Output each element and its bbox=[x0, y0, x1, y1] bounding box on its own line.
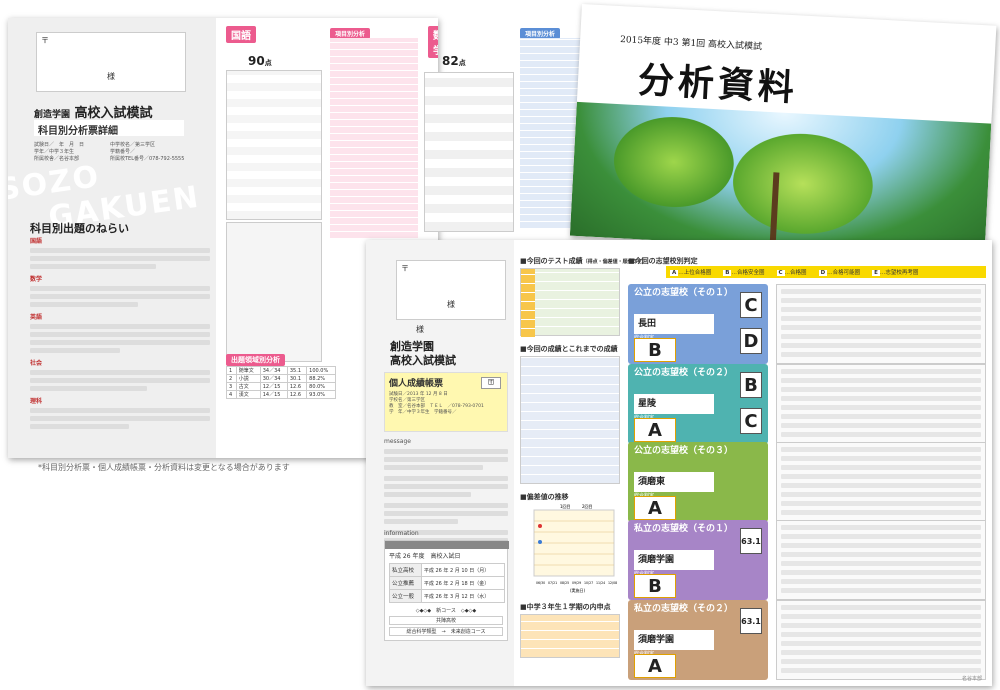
field-analysis-table: 1 随筆文 34／34 35.1 100.0% 2 小説 30／34 30.1 88.2% 3古… bbox=[226, 366, 336, 399]
school-card-3: 公立の志望校（その３）須磨東総合判定A bbox=[628, 442, 768, 522]
trend-legend-2: 2回目 bbox=[582, 504, 593, 509]
grade-letter: 63.1 bbox=[740, 528, 762, 554]
school-card-2: 公立の志望校（その２）星陵総合判定ABC bbox=[628, 364, 768, 444]
address-box: 〒 様 bbox=[36, 32, 186, 92]
school-detail-5 bbox=[776, 600, 986, 680]
grade-letter: D bbox=[740, 328, 762, 354]
japanese-answer-sheet bbox=[226, 70, 322, 220]
table-row: 公立推薦 平成 26 年 2 月 18 日（金） bbox=[389, 576, 506, 590]
school-detail-1 bbox=[776, 284, 986, 364]
japanese-score: 90点 bbox=[248, 54, 272, 68]
postal-mark: 〒 bbox=[401, 264, 409, 273]
caption: *科目別分析票・個人成績帳票・分析資料は変更となる場合があります bbox=[38, 463, 290, 472]
grade-letter: C bbox=[740, 408, 762, 434]
school-name: 須磨学園 bbox=[634, 550, 714, 570]
item-analysis-table-ja bbox=[330, 38, 418, 238]
trend-point bbox=[538, 524, 542, 528]
individual-report: 〒 様 様 創造学園 高校入試模試 個人成績帳票 団 試験日／2013 年 12… bbox=[366, 240, 992, 686]
trend-xtick: 12/08 bbox=[608, 581, 617, 585]
trend-xtick: 08/25 bbox=[560, 581, 569, 585]
table-row: 1 随筆文 34／34 35.1 100.0% bbox=[226, 366, 336, 375]
judgement-legend: A …上位合格圏 B …合格安全圏 C …合格圏 D …合格可能圏 E …志望校再考圏 bbox=[666, 266, 986, 278]
school-card-5: 私立の志望校（その２）須磨学園総合判定A63.1 bbox=[628, 600, 768, 680]
information-label: information bbox=[384, 530, 419, 537]
school-title: 公立の志望校（その３） bbox=[634, 446, 734, 456]
trend-title: ■偏差値の推移 bbox=[520, 493, 569, 501]
table-row: 私立高校 平成 26 年 2 月 10 日（月） bbox=[389, 563, 506, 577]
booklet-title: 分析資料 bbox=[636, 59, 799, 110]
fields-col-2: 中学校名／第三学区 学籍番号／ 所属校TEL番号／078-792-5555 bbox=[110, 142, 185, 162]
grades-table bbox=[520, 614, 620, 658]
trend-point bbox=[538, 540, 542, 544]
math-answer-sheet bbox=[424, 72, 514, 232]
front-footer: 名谷本部 bbox=[961, 676, 982, 682]
section-title: 科目別出題のねらい bbox=[30, 222, 129, 235]
school-detail-2 bbox=[776, 364, 986, 444]
booklet-header: 2015年度 中3 第1回 高校入試模試 bbox=[619, 35, 763, 53]
message-lines bbox=[384, 446, 508, 554]
school-name: 星陵 bbox=[634, 394, 714, 414]
school-name: 須磨学園 bbox=[634, 630, 714, 650]
school-detail-3 bbox=[776, 442, 986, 522]
overall-grade: B bbox=[634, 574, 676, 598]
grade-letter: B bbox=[740, 372, 762, 398]
trend-chart: 06/30 07/21 08/25 09/29 10/27 11/24 12/08 1回目 … bbox=[533, 504, 617, 593]
math-column: 82点 項目別分析 bbox=[420, 24, 590, 234]
report-card: 個人成績帳票 団 試験日／2013 年 12 月 8 日学校名／第三学区教 室／… bbox=[384, 372, 508, 432]
school-detail-4 bbox=[776, 520, 986, 600]
tree-photo bbox=[569, 101, 992, 258]
trend-xtick: 11/24 bbox=[596, 581, 605, 585]
sheet-subtitle: 科目別分析票詳細 bbox=[34, 120, 184, 137]
overall-grade: A bbox=[634, 654, 676, 678]
front-exam-title: 高校入試模試 bbox=[390, 354, 456, 367]
table-row: 4 漢文 14／15 12.6 93.0% bbox=[226, 390, 336, 399]
trend-xtick: 06/30 bbox=[536, 581, 545, 585]
stamp-box: 団 bbox=[481, 377, 501, 389]
message-label: message bbox=[384, 438, 411, 445]
front-address-box: 〒 様 bbox=[396, 260, 506, 320]
recipient-label-2: 様 bbox=[416, 325, 424, 334]
recipient-label: 様 bbox=[107, 72, 115, 81]
table-row: 公立一般 平成 26 年 3 月 12 日（水） bbox=[389, 589, 506, 603]
school-name: 須磨東 bbox=[634, 472, 714, 492]
table-row: 3 古文 12／15 12.6 80.0% bbox=[226, 382, 336, 391]
overall-grade: A bbox=[634, 496, 676, 520]
postal-mark: 〒 bbox=[41, 36, 49, 45]
judgement-title: ■今回の志望校別判定 bbox=[628, 257, 698, 265]
overall-grade: A bbox=[634, 418, 676, 442]
information-box: 平成 26 年度 高校入試日 私立高校 平成 26 年 2 月 10 日（月） 公… bbox=[384, 540, 509, 641]
recipient-label: 様 bbox=[447, 300, 455, 309]
japanese-answer-sheet-2 bbox=[226, 222, 322, 362]
subject-notes: 国語 数学 英語 社会 理科 bbox=[30, 236, 210, 432]
grade-letter: 63.1 bbox=[740, 608, 762, 634]
analysis-booklet: 2015年度 中3 第1回 高校入試模試 分析資料 bbox=[569, 4, 997, 258]
table-row: 2 小説 30／34 30.1 88.2% bbox=[226, 374, 336, 383]
grades-title: ■中学３年生１学期の内申点 bbox=[520, 603, 611, 611]
math-score: 82点 bbox=[442, 54, 466, 68]
history-title: ■今回の成績とこれまでの成績 bbox=[520, 345, 618, 353]
japanese-label: 国語 bbox=[226, 26, 256, 43]
field-analysis-header: 出題領域別分析 bbox=[226, 354, 285, 366]
history-table bbox=[520, 356, 620, 484]
overall-grade: B bbox=[634, 338, 676, 362]
school-name: 長田 bbox=[634, 314, 714, 334]
fields-col-1: 試験日／ 年 月 日学年／中学３年生 所属校舎／名谷本部 bbox=[34, 142, 85, 162]
brand-title: 創造学園 高校入試模試 bbox=[34, 106, 153, 121]
grade-letter: C bbox=[740, 292, 762, 318]
trend-xtick: 07/21 bbox=[548, 581, 557, 585]
schedule-table: 私立高校 平成 26 年 2 月 10 日（月） 公立推薦 平成 26 年 2 月 … bbox=[389, 563, 506, 603]
trend-xtick: 09/29 bbox=[572, 581, 581, 585]
trend-xtick: 10/27 bbox=[584, 581, 593, 585]
school-card-4: 私立の志望校（その１）須磨学園総合判定B63.1 bbox=[628, 520, 768, 600]
trend-xlabel: (実施日) bbox=[570, 587, 586, 593]
test-results-table bbox=[520, 268, 620, 337]
trend-legend-1: 1回目 bbox=[560, 504, 571, 509]
school-card-1: 公立の志望校（その１）長田総合判定BCD bbox=[628, 284, 768, 364]
